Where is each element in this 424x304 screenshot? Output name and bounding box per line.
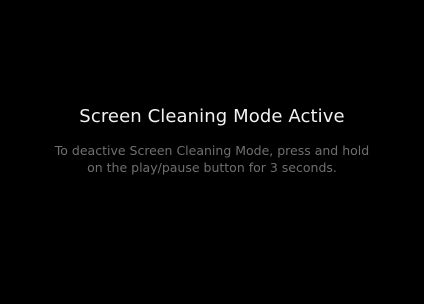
- screen-cleaning-title: Screen Cleaning Mode Active: [79, 106, 345, 127]
- instructions-line-1: To deactive Screen Cleaning Mode, press …: [54, 143, 370, 158]
- instructions-line-2: on the play/pause button for 3 seconds.: [87, 160, 337, 175]
- screen-cleaning-overlay: Screen Cleaning Mode Active To deactive …: [0, 0, 424, 304]
- screen-cleaning-instructions: To deactive Screen Cleaning Mode, press …: [10, 142, 414, 176]
